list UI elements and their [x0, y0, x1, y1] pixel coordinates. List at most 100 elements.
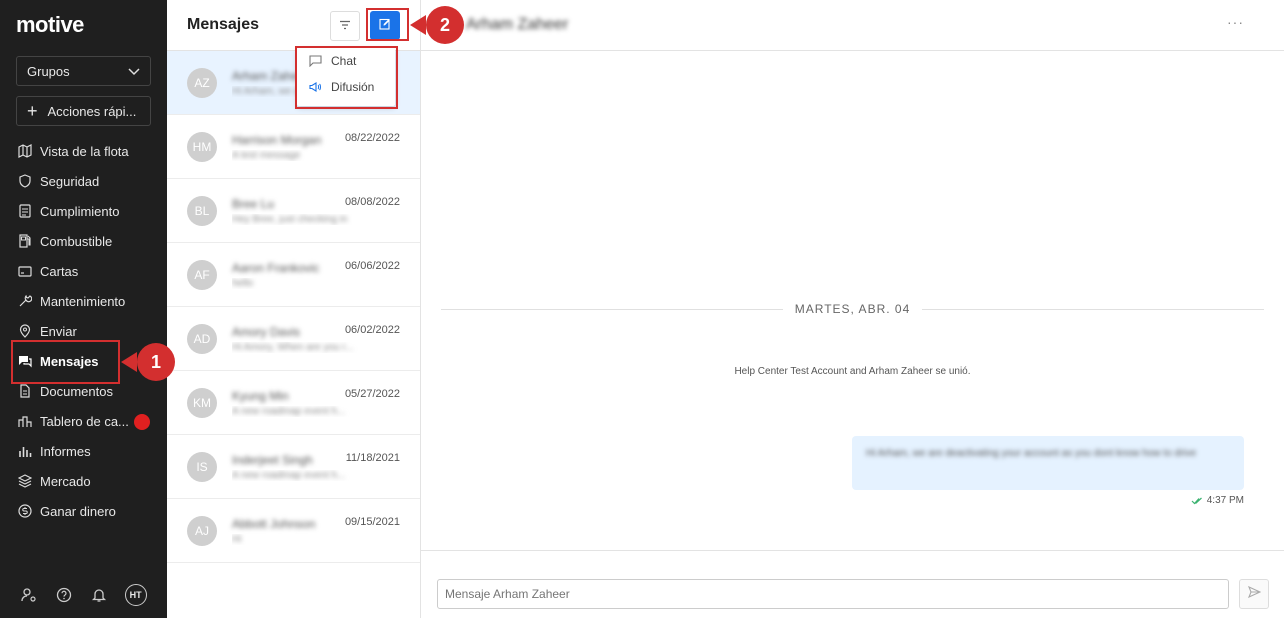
composer-area	[421, 550, 1284, 618]
notification-dot	[134, 414, 150, 430]
conversation-name: Abbott Johnson	[232, 517, 316, 531]
sidebar-item-cards[interactable]: Cartas	[0, 256, 167, 286]
chat-header: Arham Zaheer ···	[421, 0, 1284, 51]
avatar: HM	[187, 132, 217, 162]
message-time: 4:37 PM	[1206, 495, 1244, 506]
sidebar-footer: HT	[0, 572, 167, 618]
conversation-item[interactable]: BL Bree Lu Hey Bree, just checking in 08…	[167, 179, 420, 243]
conversation-item[interactable]: AD Amory Davis Hi Amory, When are you r.…	[167, 307, 420, 371]
conversation-preview: Hi	[232, 534, 242, 545]
sidebar-item-label: Cumplimiento	[40, 203, 120, 219]
conversation-date: 05/27/2022	[344, 388, 400, 400]
conversation-preview: hello	[232, 278, 254, 289]
map-icon	[18, 144, 32, 158]
conversation-item[interactable]: AF Aaron Frankovic hello 06/06/2022	[167, 243, 420, 307]
highlight-new-message-menu	[295, 46, 398, 109]
conversation-name: Kyung Min	[232, 389, 289, 403]
avatar: AD	[187, 324, 217, 354]
quick-actions-button[interactable]: + Acciones rápi...	[16, 96, 151, 126]
conversation-name: Inderjeet Singh	[232, 453, 313, 467]
sidebar: motive Grupos + Acciones rápi... Vista d…	[0, 0, 167, 618]
shield-icon	[18, 174, 32, 188]
sidebar-item-fleet-view[interactable]: Vista de la flota	[0, 136, 167, 166]
avatar: AZ	[187, 68, 217, 98]
card-icon	[18, 264, 32, 278]
bell-icon[interactable]	[90, 586, 108, 604]
chat-title: Arham Zaheer	[466, 16, 569, 33]
conversation-item[interactable]: KM Kyung Min A new roadmap event h... 05…	[167, 371, 420, 435]
plus-icon: +	[27, 101, 38, 121]
sidebar-item-label: Mercado	[40, 473, 91, 489]
sidebar-item-label: Documentos	[40, 383, 113, 399]
file-icon	[18, 384, 32, 398]
sidebar-item-earn-money[interactable]: Ganar dinero	[0, 496, 167, 526]
sidebar-item-fuel[interactable]: Combustible	[0, 226, 167, 256]
sidebar-item-compliance[interactable]: Cumplimiento	[0, 196, 167, 226]
dashboard-icon	[18, 414, 32, 428]
sidebar-item-label: Enviar	[40, 323, 77, 339]
sidebar-item-dashboard[interactable]: Tablero de ca...	[0, 406, 167, 436]
message-bubble: Hi Arham, we are deactivating your accou…	[852, 436, 1244, 490]
location-pin-icon	[18, 324, 32, 338]
callout-badge-1: 1	[137, 343, 175, 381]
sidebar-item-label: Cartas	[40, 263, 79, 279]
chevron-down-icon	[128, 64, 140, 79]
message-input[interactable]	[437, 579, 1229, 609]
user-settings-icon[interactable]	[20, 586, 38, 604]
avatar: IS	[187, 452, 217, 482]
divider	[441, 308, 783, 310]
sidebar-item-label: Tablero de ca...	[40, 413, 129, 429]
conversation-date: 09/15/2021	[344, 516, 400, 528]
highlight-messages-nav	[11, 340, 120, 384]
conversation-name: Harrison Morgan	[232, 133, 322, 147]
sidebar-item-label: Seguridad	[40, 173, 100, 189]
sidebar-item-safety[interactable]: Seguridad	[0, 166, 167, 196]
more-options-icon[interactable]: ···	[1227, 14, 1244, 30]
bar-chart-icon	[18, 444, 32, 458]
filter-icon	[339, 17, 351, 35]
sidebar-item-label: Vista de la flota	[40, 143, 129, 159]
layers-icon	[18, 474, 32, 488]
groups-dropdown[interactable]: Grupos	[16, 56, 151, 86]
quick-actions-label: Acciones rápi...	[47, 103, 137, 119]
message-text: Hi Arham, we are deactivating your accou…	[866, 448, 1197, 459]
groups-label: Grupos	[27, 63, 70, 79]
motive-logo[interactable]: motive	[16, 12, 84, 38]
conversation-date: 08/22/2022	[344, 132, 400, 144]
sidebar-item-maintenance[interactable]: Mantenimiento	[0, 286, 167, 316]
page-title: Mensajes	[187, 16, 260, 33]
conversation-preview: A new roadmap event h...	[232, 470, 346, 481]
callout-arrow	[121, 352, 137, 372]
chat-panel: Arham Zaheer ··· MARTES, ABR. 04 Help Ce…	[421, 0, 1284, 618]
system-message: Help Center Test Account and Arham Zahee…	[734, 366, 971, 377]
sidebar-item-reports[interactable]: Informes	[0, 436, 167, 466]
conversation-name: Amory Davis	[232, 325, 301, 339]
sidebar-item-marketplace[interactable]: Mercado	[0, 466, 167, 496]
conversation-name: Aaron Frankovic	[232, 261, 320, 275]
help-icon[interactable]	[55, 586, 73, 604]
message-timestamp: 4:37 PM	[1191, 495, 1244, 506]
date-separator: MARTES, ABR. 04	[441, 300, 1265, 318]
double-check-icon	[1191, 497, 1203, 505]
wrench-icon	[18, 294, 32, 308]
sidebar-item-label: Combustible	[40, 233, 113, 249]
conversation-item[interactable]: HM Harrison Morgan A test message 08/22/…	[167, 115, 420, 179]
conversation-preview: Hey Bree, just checking in	[232, 214, 348, 225]
user-avatar[interactable]: HT	[124, 584, 147, 606]
filter-button[interactable]	[330, 11, 360, 41]
sidebar-item-label: Mantenimiento	[40, 293, 126, 309]
conversation-item[interactable]: AJ Abbott Johnson Hi 09/15/2021	[167, 499, 420, 563]
callout-badge-2: 2	[426, 6, 464, 44]
conversation-name: Bree Lu	[232, 197, 275, 211]
conversation-preview: A new roadmap event h...	[232, 406, 346, 417]
send-icon	[1247, 585, 1261, 603]
conversation-date: 06/02/2022	[344, 324, 400, 336]
avatar: AJ	[187, 516, 217, 546]
send-button[interactable]	[1239, 579, 1269, 609]
avatar: AF	[187, 260, 217, 290]
conversation-date: 11/18/2021	[345, 452, 400, 464]
conversation-preview: A test message	[232, 150, 301, 161]
conversation-item[interactable]: IS Inderjeet Singh A new roadmap event h…	[167, 435, 420, 499]
sidebar-item-label: Informes	[40, 443, 91, 459]
conversation-date: 06/06/2022	[344, 260, 400, 272]
